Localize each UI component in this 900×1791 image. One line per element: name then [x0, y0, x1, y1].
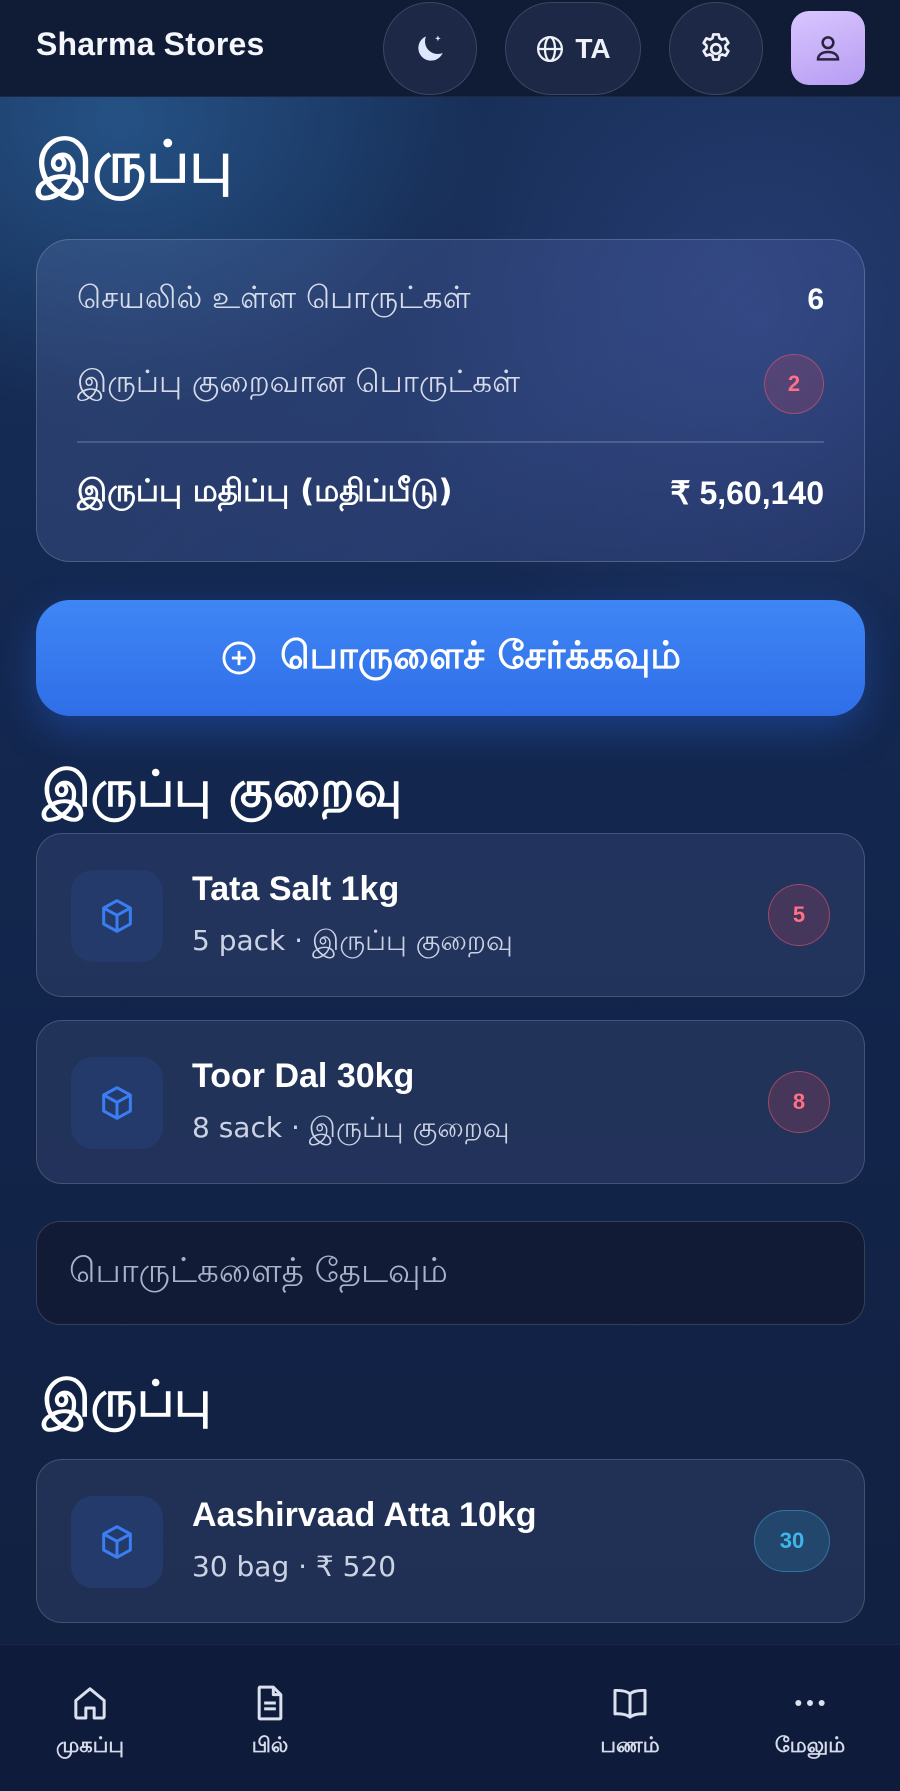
box-icon — [102, 1086, 132, 1120]
low-stock-label: இருப்பு குறைவான பொருட்கள் — [77, 364, 521, 400]
low-stock-count-badge: 2 — [764, 354, 824, 414]
top-app-bar: Sharma Stores TA — [0, 0, 900, 97]
inventory-item[interactable]: Aashirvaad Atta 10kg 30 bag · ₹ 520 30 — [36, 1459, 865, 1623]
item-name: Aashirvaad Atta 10kg — [192, 1496, 537, 1534]
low-stock-item[interactable]: Tata Salt 1kg 5 pack · இருப்பு குறைவு 5 — [36, 833, 865, 997]
inventory-summary-card: செயலில் உள்ள பொருட்கள் 6 இருப்பு குறைவான… — [36, 239, 865, 562]
settings-button[interactable] — [669, 2, 763, 95]
store-name: Sharma Stores — [36, 26, 265, 62]
search-input[interactable]: பொருட்களைத் தேடவும் — [36, 1221, 865, 1325]
item-count-badge: 5 — [768, 884, 830, 946]
stock-value-amount: ₹ 5,60,140 — [670, 475, 824, 511]
add-item-button[interactable]: பொருளைச் சேர்க்கவும் — [36, 600, 865, 716]
inventory-section-title: இருப்பு — [42, 1370, 212, 1428]
plus-circle-icon — [222, 641, 256, 675]
active-items-count: 6 — [807, 283, 824, 316]
low-stock-row: இருப்பு குறைவான பொருட்கள் 2 — [77, 354, 824, 414]
document-icon — [257, 1685, 283, 1721]
nav-home[interactable]: முகப்பு — [20, 1683, 160, 1760]
nav-money[interactable]: பணம் — [560, 1683, 700, 1760]
stock-value-label: இருப்பு மதிப்பு (மதிப்பீடு) — [77, 473, 453, 509]
theme-toggle-button[interactable] — [383, 2, 477, 95]
low-stock-item[interactable]: Toor Dal 30kg 8 sack · இருப்பு குறைவு 8 — [36, 1020, 865, 1184]
page-title: இருப்பு — [36, 128, 233, 196]
item-name: Toor Dal 30kg — [192, 1057, 415, 1095]
nav-bill[interactable]: பில் — [200, 1683, 340, 1760]
nav-more-label: மேலும் — [774, 1733, 846, 1757]
gear-icon — [702, 32, 730, 61]
item-details: 8 sack · இருப்பு குறைவு — [192, 1111, 510, 1144]
item-icon-tile — [71, 1057, 163, 1149]
home-icon — [74, 1687, 106, 1720]
box-icon — [102, 899, 132, 933]
active-items-label: செயலில் உள்ள பொருட்கள் — [77, 280, 471, 316]
search-placeholder: பொருட்களைத் தேடவும் — [69, 1251, 448, 1291]
box-icon — [102, 1525, 132, 1559]
profile-button[interactable] — [791, 11, 865, 85]
book-icon — [613, 1688, 647, 1719]
low-stock-section-title: இருப்பு குறைவு — [42, 760, 403, 818]
moon-icon — [418, 35, 443, 61]
user-icon — [816, 36, 840, 61]
item-name: Tata Salt 1kg — [192, 870, 400, 908]
divider — [77, 441, 824, 443]
item-icon-tile — [71, 1496, 163, 1588]
item-count-badge: 8 — [768, 1071, 830, 1133]
item-details: 5 pack · இருப்பு குறைவு — [192, 924, 513, 957]
item-icon-tile — [71, 870, 163, 962]
item-count-badge: 30 — [754, 1510, 830, 1572]
nav-more[interactable]: மேலும் — [740, 1683, 880, 1760]
nav-bill-label: பில் — [251, 1733, 289, 1757]
active-items-row: செயலில் உள்ள பொருட்கள் 6 — [77, 280, 824, 320]
more-icon — [795, 1700, 825, 1706]
stock-value-row: இருப்பு மதிப்பு (மதிப்பீடு) ₹ 5,60,140 — [77, 473, 824, 513]
nav-money-label: பணம் — [600, 1733, 660, 1757]
bottom-navigation: முகப்பு பில் பணம் மேலும் — [0, 1644, 900, 1791]
item-details: 30 bag · ₹ 520 — [192, 1550, 397, 1583]
add-item-label: பொருளைச் சேர்க்கவும் — [280, 633, 681, 677]
nav-home-label: முகப்பு — [55, 1733, 124, 1757]
language-code: TA — [575, 32, 611, 64]
language-button[interactable]: TA — [505, 2, 641, 95]
globe-icon — [537, 35, 564, 62]
